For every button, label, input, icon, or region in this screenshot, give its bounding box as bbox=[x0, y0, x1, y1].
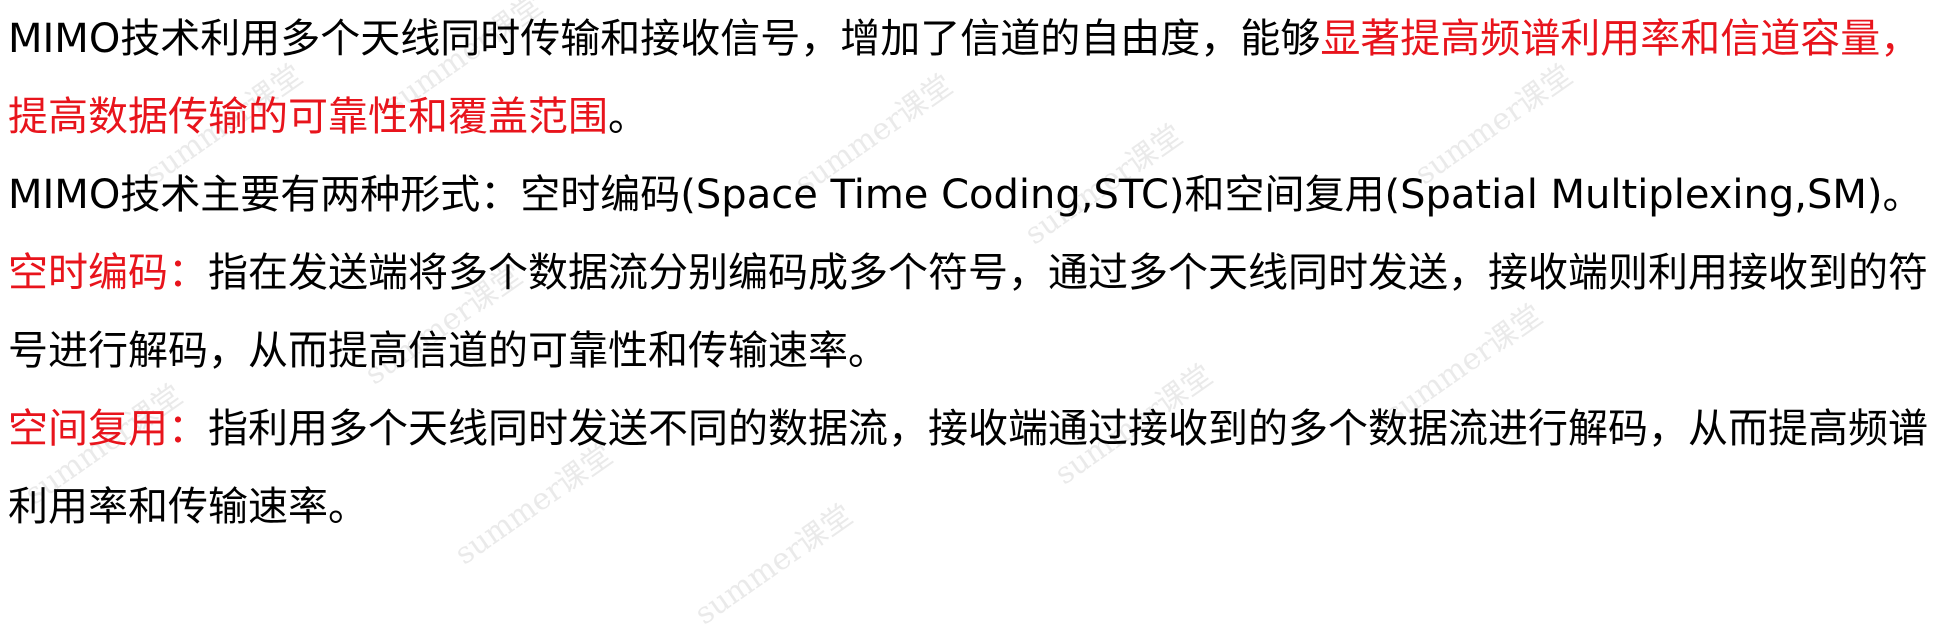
paragraph-sm: 空间复用：指利用多个天线同时发送不同的数据流，接收端通过接收到的多个数据流进行解… bbox=[8, 390, 1933, 546]
paragraph-intro: MIMO技术利用多个天线同时传输和接收信号，增加了信道的自由度，能够显著提高频谱… bbox=[8, 0, 1933, 156]
paragraph-stc: 空时编码：指在发送端将多个数据流分别编码成多个符号，通过多个天线同时发送，接收端… bbox=[8, 234, 1933, 390]
sm-text: 指利用多个天线同时发送不同的数据流，接收端通过接收到的多个数据流进行解码，从而提… bbox=[8, 406, 1928, 530]
intro-end: 。 bbox=[608, 94, 648, 140]
stc-text: 指在发送端将多个数据流分别编码成多个符号，通过多个天线同时发送，接收端则利用接收… bbox=[8, 250, 1928, 374]
document-body: MIMO技术利用多个天线同时传输和接收信号，增加了信道的自由度，能够显著提高频谱… bbox=[8, 0, 1933, 546]
paragraph-forms: MIMO技术主要有两种形式：空时编码(Space Time Coding,STC… bbox=[8, 156, 1933, 234]
forms-text: MIMO技术主要有两种形式：空时编码(Space Time Coding,STC… bbox=[8, 172, 1923, 218]
stc-label: 空时编码： bbox=[8, 250, 208, 296]
intro-text: MIMO技术利用多个天线同时传输和接收信号，增加了信道的自由度，能够 bbox=[8, 16, 1321, 62]
sm-label: 空间复用： bbox=[8, 406, 208, 452]
